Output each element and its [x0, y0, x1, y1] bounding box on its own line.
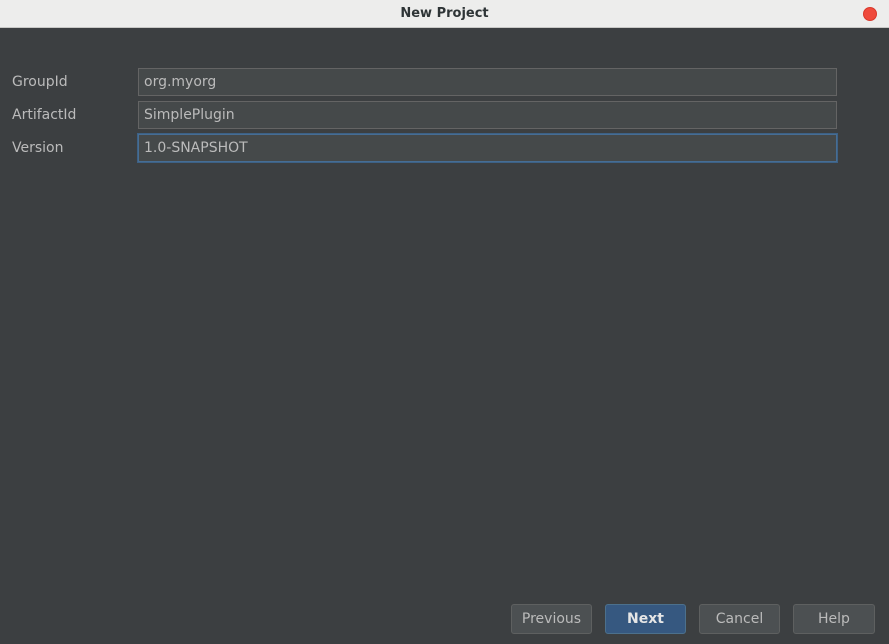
next-button[interactable]: Next [605, 604, 686, 634]
form-row-version: Version [0, 134, 889, 162]
close-icon[interactable] [863, 7, 877, 21]
groupid-input[interactable] [138, 68, 837, 96]
form-row-groupid: GroupId [0, 68, 889, 96]
window-title: New Project [400, 6, 489, 21]
cancel-button[interactable]: Cancel [699, 604, 780, 634]
groupid-label: GroupId [12, 74, 68, 90]
title-bar: New Project [0, 0, 889, 28]
artifactid-input[interactable] [138, 101, 837, 129]
version-input[interactable] [138, 134, 837, 162]
previous-button[interactable]: Previous [511, 604, 592, 634]
form-row-artifactid: ArtifactId [0, 101, 889, 129]
help-button[interactable]: Help [793, 604, 875, 634]
artifactid-label: ArtifactId [12, 107, 77, 123]
version-label: Version [12, 140, 64, 156]
